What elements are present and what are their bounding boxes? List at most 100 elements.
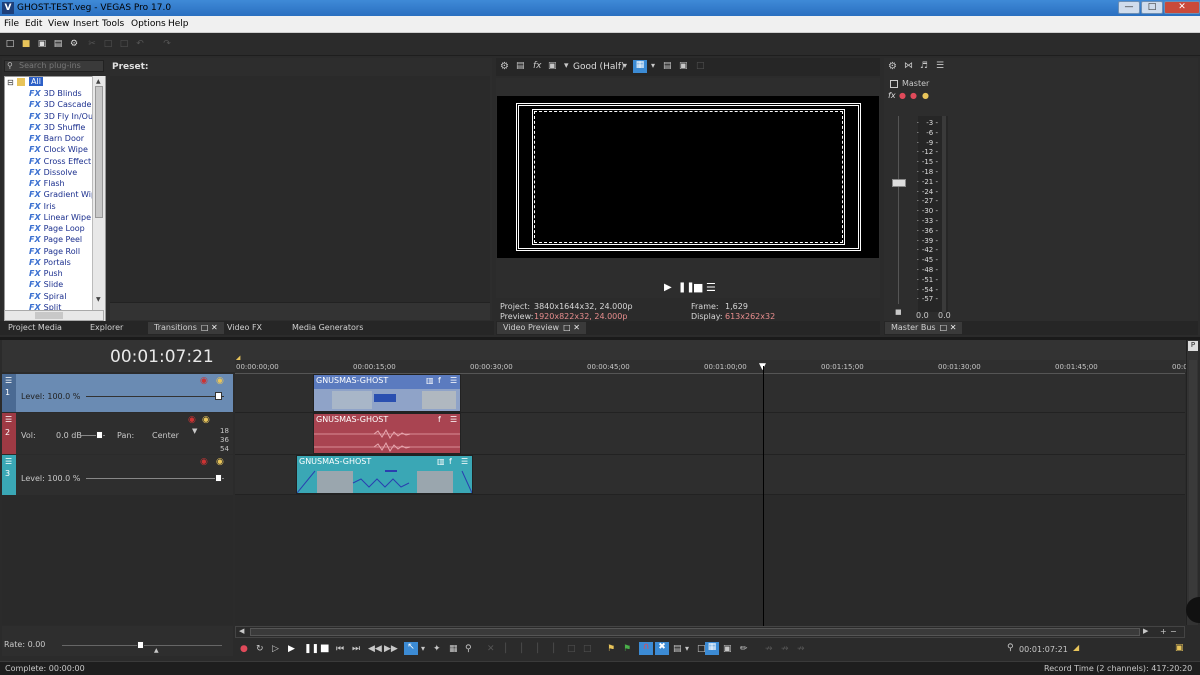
timeline-vertical-scrollbar[interactable]: P — [1186, 340, 1198, 625]
plugin-item[interactable]: FX Page Loop — [29, 224, 85, 233]
master-automation-icon[interactable]: ● — [922, 91, 929, 100]
undo-icon[interactable]: ↶ — [135, 39, 145, 49]
tree-collapse-icon[interactable]: ⊟ — [7, 78, 14, 87]
event-pan-crop-icon[interactable]: ▥ — [426, 376, 434, 385]
split-screen-icon[interactable]: ▣ — [548, 61, 557, 71]
cut-icon[interactable]: ✂ — [87, 39, 97, 49]
level-slider-handle[interactable] — [215, 474, 222, 482]
plugin-item[interactable]: FX Linear Wipe — [29, 213, 91, 222]
plugin-item[interactable]: FX Portals — [29, 258, 71, 267]
menu-insert[interactable]: Insert — [73, 19, 99, 29]
tab-project-media[interactable]: Project Media — [2, 322, 68, 334]
menu-help[interactable]: Help — [168, 19, 189, 29]
event-menu-icon[interactable]: ☰ — [450, 376, 457, 385]
plugin-search-input[interactable]: ⚲ Search plug-ins — [4, 60, 104, 72]
save-snapshot-icon[interactable]: ▣ — [679, 61, 688, 71]
solo-icon[interactable]: ◉ — [216, 376, 224, 386]
master-fx-icon[interactable]: fx — [888, 91, 896, 100]
tree-root-all[interactable]: All — [29, 77, 43, 86]
plugin-item[interactable]: FX Slide — [29, 280, 63, 289]
trim-icon[interactable]: │ — [503, 644, 508, 654]
save-icon[interactable]: ▣ — [37, 39, 47, 49]
mute-icon[interactable]: ◉ — [200, 457, 208, 467]
close-icon[interactable]: □ ✕ — [940, 323, 957, 332]
mute-icon[interactable]: ◉ — [200, 376, 208, 386]
pan-indicator-icon[interactable]: ▼ — [192, 427, 197, 435]
tab-transitions[interactable]: Transitions □ ✕ — [148, 322, 224, 334]
track-header-3[interactable]: ☰ 3 ◉ ◉ Level: 100.0 % — [2, 455, 233, 495]
mute-icon[interactable]: ◉ — [188, 415, 196, 425]
mixer-settings-gear-icon[interactable]: ⚙ — [888, 61, 897, 72]
paste-icon[interactable]: □ — [119, 39, 129, 49]
play-icon[interactable]: ▶ — [664, 282, 672, 293]
plugin-item[interactable]: FX 3D Fly In/Out — [29, 112, 96, 121]
plugin-tree-scrollbar[interactable]: ▲ ▼ — [92, 76, 105, 321]
video-fx-icon[interactable]: fx — [533, 61, 542, 71]
video-event[interactable]: GNUSMAS-GHOST ▥ f ☰ — [313, 374, 461, 412]
master-fader-handle[interactable] — [892, 179, 906, 187]
events-icon[interactable]: ▣ — [723, 644, 732, 654]
play-icon[interactable]: ▶ — [288, 644, 295, 654]
envelope-icon[interactable]: □ — [583, 644, 592, 654]
ripple-dropdown-icon[interactable]: ▾ — [685, 644, 689, 653]
properties-gear-icon[interactable]: ⚙ — [69, 39, 79, 49]
plugin-item[interactable]: FX Gradient Wipe — [29, 190, 101, 199]
scroll-left-icon[interactable]: ◀ — [239, 627, 244, 635]
timeline-horizontal-scrollbar[interactable]: ◀ ▶ + − — [235, 626, 1185, 638]
ignore-grouping-icon[interactable]: ▦ — [705, 642, 719, 655]
plugin-item[interactable]: FX 3D Shuffle — [29, 123, 85, 132]
plugin-tree-hscroll[interactable] — [4, 310, 104, 321]
copy-icon[interactable]: □ — [103, 39, 113, 49]
selection-tool-icon[interactable]: ▦ — [449, 644, 458, 654]
zoom-tool-icon[interactable]: ⚲ — [465, 644, 472, 654]
track-header-1[interactable]: ☰ 1 ◉ ◉ Level: 100.0 % — [2, 374, 233, 412]
envelope-tool-icon[interactable]: ✦ — [433, 644, 441, 654]
tab-video-fx[interactable]: Video FX — [221, 322, 268, 334]
timeline-ruler[interactable]: 00:00:00;00 00:00:15;00 00:00:30;00 00:0… — [235, 360, 1188, 374]
rate-slider-handle[interactable] — [137, 641, 144, 649]
scroll-thumb[interactable] — [1189, 360, 1197, 610]
preview-props-icon[interactable]: ▤ — [516, 61, 525, 71]
maximize-button[interactable]: □ — [1141, 1, 1163, 14]
plugin-tree[interactable]: ⊟ All FX 3D Blinds FX 3D Cascade FX 3D Fly In… — [4, 76, 106, 321]
close-icon[interactable]: □ ✕ — [563, 323, 580, 332]
menu-options[interactable]: Options — [131, 19, 166, 29]
record-icon[interactable]: ● — [240, 644, 248, 654]
track-menu-icon[interactable]: ☰ — [5, 415, 12, 424]
new-file-icon[interactable]: □ — [5, 39, 15, 49]
zoom-in-icon[interactable]: + — [1160, 627, 1167, 636]
timeline-empty-area[interactable] — [235, 495, 1185, 625]
level-slider[interactable] — [86, 478, 224, 479]
snapping-icon[interactable]: ∩ — [639, 642, 653, 655]
pin-icon[interactable]: P — [1188, 341, 1198, 351]
marker-icon[interactable]: ⚑ — [607, 644, 615, 654]
solo-icon[interactable]: ◉ — [202, 415, 210, 425]
event-menu-icon[interactable]: ☰ — [450, 415, 457, 424]
event-fx-icon[interactable]: f — [438, 376, 441, 385]
mixer-icon[interactable]: ☰ — [936, 61, 944, 71]
close-button[interactable]: ✕ — [1164, 1, 1200, 14]
track-menu-icon[interactable]: ☰ — [5, 376, 12, 385]
menu-edit[interactable]: Edit — [25, 19, 42, 29]
scroll-down-icon[interactable]: ▼ — [96, 296, 101, 303]
event-menu-icon[interactable]: ☰ — [461, 457, 468, 466]
track-lane-1[interactable]: GNUSMAS-GHOST ▥ f ☰ — [235, 374, 1185, 413]
preview-settings-gear-icon[interactable]: ⚙ — [500, 61, 509, 72]
vol-slider-handle[interactable] — [96, 431, 103, 439]
track-lane-2[interactable]: GNUSMAS-GHOST f ☰ — [235, 413, 1185, 455]
play-from-start-icon[interactable]: ▷ — [272, 644, 279, 654]
minimize-button[interactable]: — — [1118, 1, 1140, 14]
pause-icon[interactable]: ❚❚ — [304, 644, 319, 654]
auto-crossfade-icon[interactable]: ✖ — [655, 642, 669, 655]
master-mute-icon[interactable]: ● — [899, 91, 906, 100]
plugin-item[interactable]: FX Barn Door — [29, 134, 84, 143]
split-icon[interactable]: │ — [551, 644, 556, 654]
audio-event[interactable]: GNUSMAS-GHOST f ☰ — [313, 413, 461, 454]
trim-start-icon[interactable]: │ — [519, 644, 524, 654]
zoom-out-icon[interactable]: − — [1170, 627, 1177, 636]
tab-media-generators[interactable]: Media Generators — [286, 322, 369, 334]
master-solo-icon[interactable]: ● — [910, 91, 917, 100]
plugin-item[interactable]: FX Iris — [29, 202, 56, 211]
plugin-item[interactable]: FX Page Peel — [29, 235, 82, 244]
open-folder-icon[interactable]: ■ — [21, 39, 31, 49]
